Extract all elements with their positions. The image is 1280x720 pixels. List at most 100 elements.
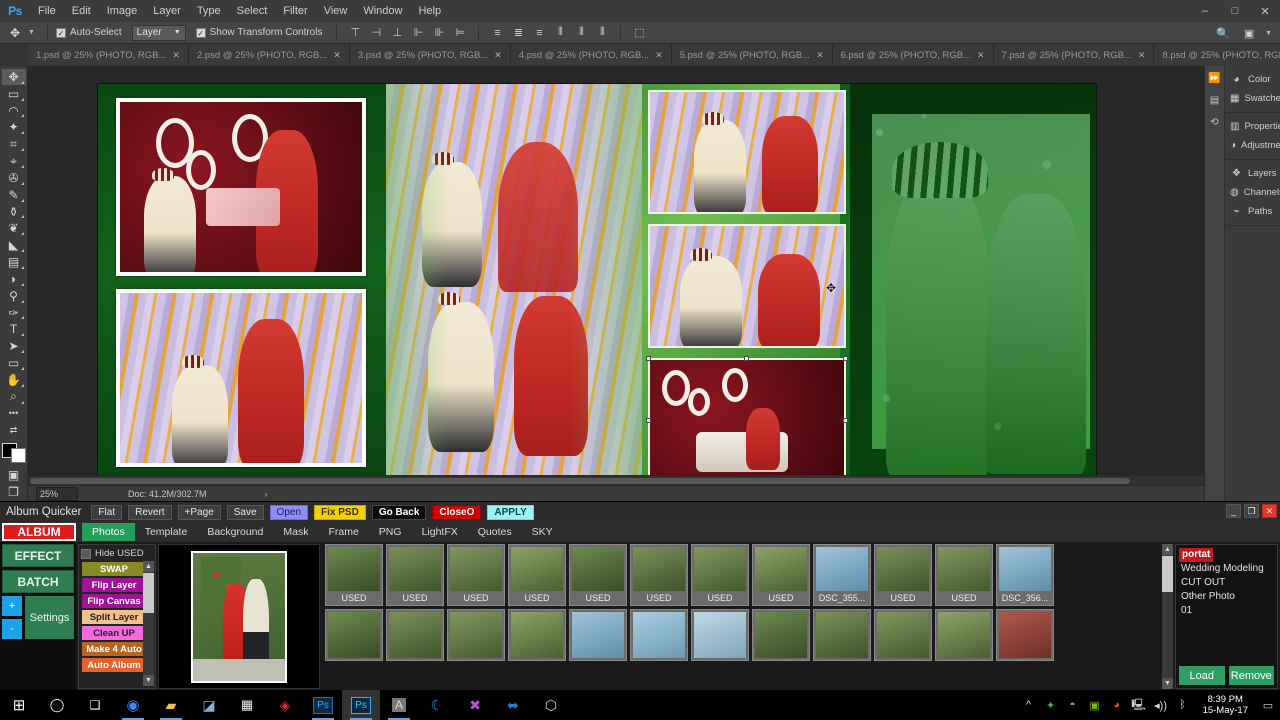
taskbar-vscode[interactable]: ✖ — [456, 690, 494, 720]
3d-mode-icon[interactable]: ⬚ — [629, 24, 649, 42]
start-button[interactable]: ⊞ — [0, 690, 38, 720]
split-layer-button[interactable]: Split Layer — [82, 610, 146, 624]
thumbnail-item[interactable]: DSC_356... — [996, 544, 1054, 606]
rectangle-tool[interactable]: ▭ — [2, 355, 26, 371]
scroll-up-icon[interactable]: ▲ — [1162, 544, 1173, 555]
thumbnail-item[interactable] — [996, 609, 1054, 661]
photo-green-portrait[interactable] — [850, 84, 1096, 487]
album-page-composition[interactable]: ✥ — [98, 84, 1096, 487]
thumbnail-item[interactable] — [691, 609, 749, 661]
edit-toolbar-more-icon[interactable]: ••• — [2, 406, 26, 422]
taskbar-font-viewer[interactable]: A — [380, 690, 418, 720]
align-right-edges-icon[interactable]: ⊨ — [450, 24, 470, 42]
album-button[interactable]: ALBUM — [2, 523, 76, 541]
auto-select-checkbox[interactable]: ✓ Auto-Select — [55, 27, 122, 38]
close-icon[interactable]: ✕ — [333, 50, 341, 61]
menu-help[interactable]: Help — [410, 0, 449, 22]
thumbnail-item[interactable]: USED — [508, 544, 566, 606]
bluetooth-icon[interactable]: ᛒ — [1175, 697, 1191, 713]
taskbar-browser-app[interactable]: ⬌ — [494, 690, 532, 720]
auto-album-button[interactable]: Auto Album — [82, 658, 146, 672]
transform-handle[interactable] — [843, 418, 848, 423]
document-tab[interactable]: 2.psd @ 25% (PHOTO, RGB... ✕ — [188, 44, 350, 66]
tab-mask[interactable]: Mask — [273, 523, 318, 541]
thumbnail-item[interactable] — [386, 609, 444, 661]
volume-icon[interactable]: ◂)) — [1153, 697, 1169, 713]
photo-center-large[interactable] — [386, 84, 642, 487]
thumbnail-item[interactable] — [325, 609, 383, 661]
thumbnail-item[interactable] — [447, 609, 505, 661]
taskbar-3d-app[interactable]: ⬡ — [532, 690, 570, 720]
menu-file[interactable]: File — [30, 0, 64, 22]
revert-button[interactable]: Revert — [128, 504, 172, 520]
pen-tool[interactable]: ✑ — [2, 305, 26, 321]
tab-png[interactable]: PNG — [369, 523, 412, 541]
nvidia-icon[interactable]: ▣ — [1087, 697, 1103, 713]
photo-left-top[interactable] — [116, 98, 366, 276]
tab-background[interactable]: Background — [197, 523, 273, 541]
search-icon[interactable]: 🔍 — [1213, 24, 1233, 42]
scrollbar-thumb[interactable] — [1162, 556, 1173, 592]
action-center-icon[interactable]: ▭ — [1260, 697, 1276, 713]
arrange-documents-icon[interactable]: ▣ — [1239, 24, 1259, 42]
photo-right-3-selected[interactable] — [648, 358, 846, 482]
panel-item-channels[interactable]: ◍ Channels — [1226, 183, 1280, 202]
document-tab[interactable]: 6.psd @ 25% (PHOTO, RGB... ✕ — [832, 44, 994, 66]
tab-frame[interactable]: Frame — [318, 523, 368, 541]
effect-button[interactable]: EFFECT — [2, 544, 74, 567]
close-icon[interactable]: ✕ — [1138, 50, 1146, 61]
transform-handle[interactable] — [744, 356, 749, 361]
taskbar-store[interactable]: ◪ — [190, 690, 228, 720]
eyedropper-tool[interactable]: ⌖ — [2, 153, 26, 169]
tray-chevron-up-icon[interactable]: ^ — [1021, 697, 1037, 713]
tool-preset-chevron-down-icon[interactable]: ▼ — [28, 29, 35, 36]
thumbnail-item[interactable] — [630, 609, 688, 661]
increase-button[interactable]: + — [2, 596, 22, 616]
dodge-tool[interactable]: ⚲ — [2, 288, 26, 304]
zoom-level-field[interactable]: 25% — [36, 486, 78, 501]
menu-filter[interactable]: Filter — [275, 0, 315, 22]
load-button[interactable]: Load — [1179, 666, 1225, 685]
menu-layer[interactable]: Layer — [145, 0, 189, 22]
photo-right-2[interactable] — [648, 224, 846, 348]
document-tab[interactable]: 8.psd @ 25% (PHOTO, RGB... ✕ — [1154, 44, 1280, 66]
zoom-tool[interactable]: ⌕ — [2, 389, 26, 405]
thumbnail-item[interactable]: USED — [325, 544, 383, 606]
spot-healing-brush-tool[interactable]: ✇ — [2, 170, 26, 186]
magic-wand-tool[interactable]: ✦ — [2, 119, 26, 135]
batch-button[interactable]: BATCH — [2, 570, 74, 593]
add-page-button[interactable]: +Page — [177, 504, 221, 520]
scrollbar-thumb[interactable] — [143, 573, 154, 613]
aq-close-button[interactable]: ✕ — [1262, 504, 1277, 518]
flat-button[interactable]: Flat — [91, 504, 123, 520]
go-back-button[interactable]: Go Back — [371, 504, 427, 520]
clean-up-button[interactable]: Clean UP — [82, 626, 146, 640]
close-icon[interactable]: ✕ — [977, 50, 985, 61]
status-expand-chevron-icon[interactable]: › — [265, 489, 268, 499]
panel-item-color[interactable]: ◕ Color — [1226, 70, 1280, 89]
collapse-panels-icon[interactable]: ⏩ — [1207, 70, 1223, 86]
distribute-top-icon[interactable]: ≡ — [487, 24, 507, 42]
tab-template[interactable]: Template — [135, 523, 198, 541]
settings-button[interactable]: Settings — [25, 596, 74, 639]
photo-left-bottom[interactable] — [116, 289, 366, 467]
cortana-search-button[interactable]: ◯ — [38, 690, 76, 720]
distribute-bottom-icon[interactable]: ≡ — [529, 24, 549, 42]
thumbnails-scrollbar[interactable]: ▲ ▼ — [1162, 544, 1173, 689]
thumbnail-item[interactable] — [935, 609, 993, 661]
onedrive-icon[interactable]: ✦ — [1043, 697, 1059, 713]
category-item[interactable]: 01 — [1179, 604, 1274, 618]
distribute-horizontal-center-icon[interactable]: ⦀ — [571, 24, 591, 42]
document-tab[interactable]: 1.psd @ 25% (PHOTO, RGB... ✕ — [28, 44, 189, 66]
hide-used-checkbox[interactable]: Hide USED — [81, 548, 155, 559]
thumbnail-item[interactable]: USED — [569, 544, 627, 606]
thumbnail-item[interactable] — [813, 609, 871, 661]
history-icon[interactable]: ⟲ — [1207, 114, 1223, 130]
actions-scrollbar[interactable]: ▲ ▼ — [143, 561, 154, 686]
default-colors-icon[interactable]: ⇄ — [2, 422, 26, 438]
scroll-up-icon[interactable]: ▲ — [143, 561, 154, 572]
decrease-button[interactable]: - — [2, 619, 22, 639]
panel-item-adjustments[interactable]: ◑ Adjustments — [1226, 136, 1280, 155]
close-icon[interactable]: ✕ — [655, 50, 663, 61]
transform-handle[interactable] — [646, 356, 651, 361]
